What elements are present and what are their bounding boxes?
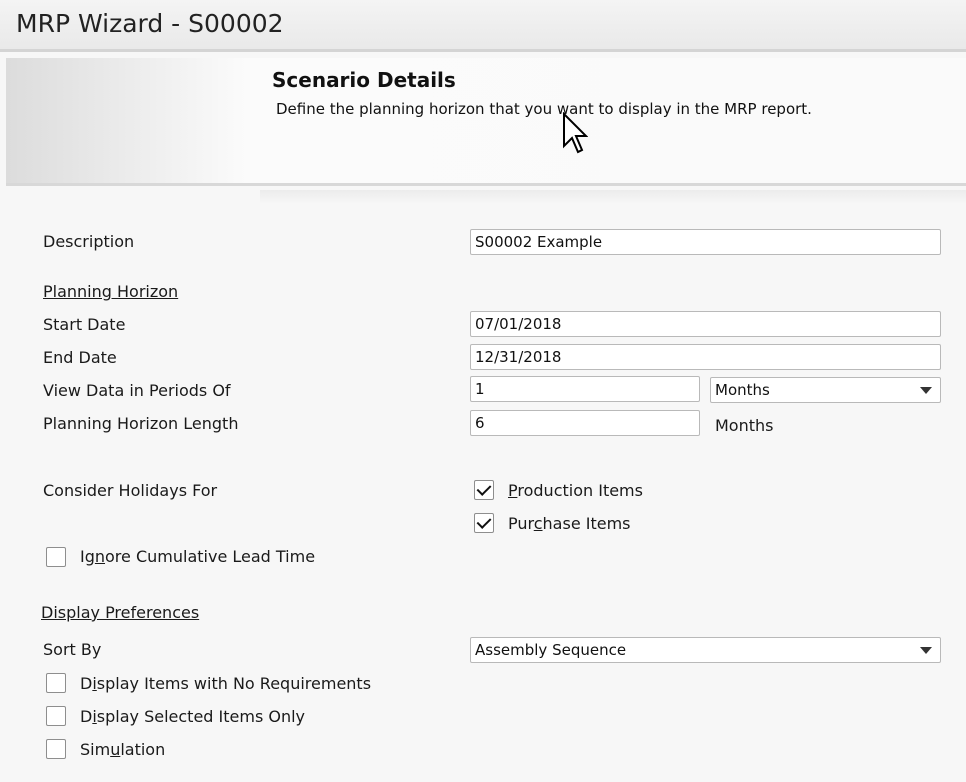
no-requirements-label[interactable]: Display Items with No Requirements [80, 674, 371, 693]
simulation-label[interactable]: Simulation [80, 740, 165, 759]
holidays-label: Consider Holidays For [43, 481, 218, 500]
start-date-input[interactable]: 07/01/2018 [470, 311, 941, 337]
title-bar: MRP Wizard - S00002 [0, 0, 966, 52]
display-preferences-heading: Display Preferences [41, 603, 200, 622]
view-periods-label: View Data in Periods Of [43, 381, 231, 400]
purchase-items-label[interactable]: Purchase Items [508, 514, 631, 533]
horizon-length-label: Planning Horizon Length [43, 414, 239, 433]
ignore-lead-time-checkbox[interactable] [46, 547, 66, 567]
simulation-checkbox[interactable] [46, 739, 66, 759]
production-items-label[interactable]: Production Items [508, 481, 643, 500]
end-date-input[interactable]: 12/31/2018 [470, 344, 941, 370]
selected-only-label[interactable]: Display Selected Items Only [80, 707, 305, 726]
period-unit-select[interactable]: Months [710, 377, 941, 403]
horizon-length-input[interactable]: 6 [470, 410, 700, 436]
mouse-cursor-icon [563, 112, 588, 154]
no-requirements-checkbox[interactable] [46, 673, 66, 693]
view-periods-input[interactable]: 1 [470, 376, 700, 402]
window-title: MRP Wizard - S00002 [16, 9, 284, 38]
page-subtitle: Define the planning horizon that you wan… [276, 100, 812, 118]
end-date-label: End Date [43, 348, 117, 367]
page-title: Scenario Details [272, 68, 456, 92]
sort-by-label: Sort By [43, 640, 102, 659]
sort-by-value: Assembly Sequence [475, 641, 627, 659]
production-items-checkbox[interactable] [474, 480, 494, 500]
description-input[interactable]: S00002 Example [470, 229, 941, 255]
selected-only-checkbox[interactable] [46, 706, 66, 726]
start-date-label: Start Date [43, 315, 126, 334]
horizon-length-unit: Months [715, 416, 774, 435]
period-unit-value: Months [715, 381, 770, 399]
wizard-header: Scenario Details Define the planning hor… [6, 58, 966, 186]
sort-by-select[interactable]: Assembly Sequence [470, 637, 941, 663]
purchase-items-checkbox[interactable] [474, 513, 494, 533]
ignore-lead-time-label[interactable]: Ignore Cumulative Lead Time [80, 547, 315, 566]
divider [260, 190, 966, 204]
description-label: Description [43, 232, 135, 251]
planning-horizon-heading: Planning Horizon [43, 282, 179, 301]
